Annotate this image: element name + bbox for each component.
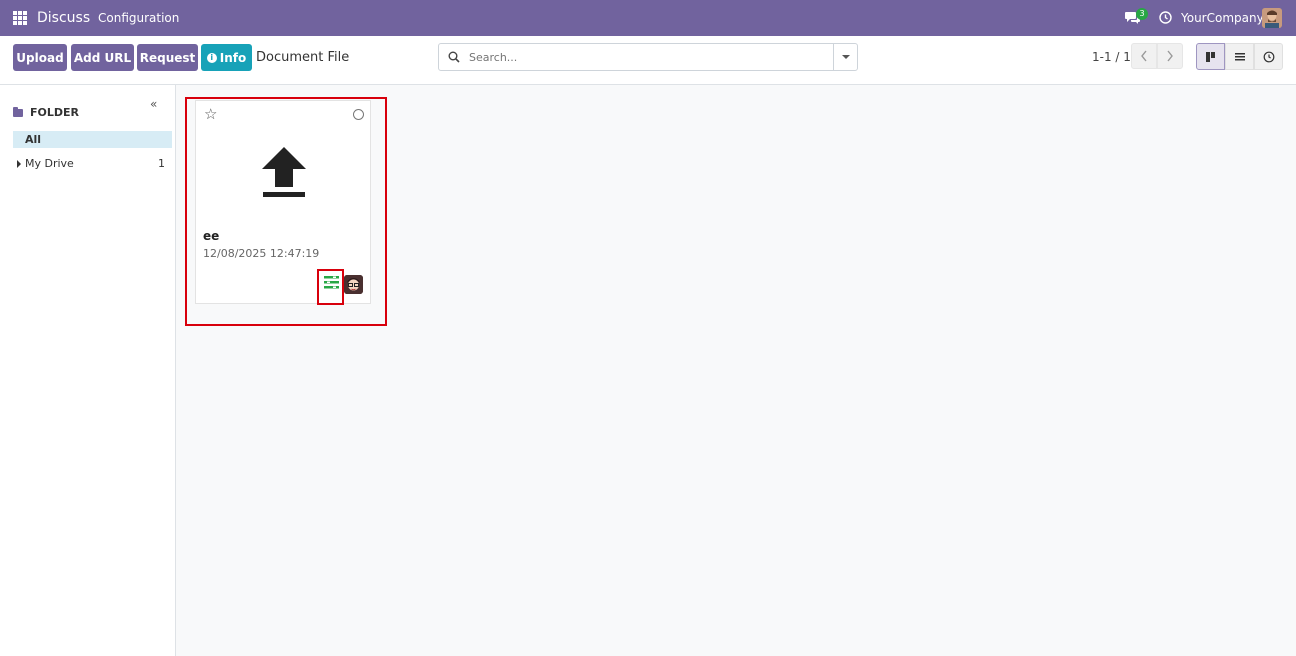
folder-section-title: FOLDER [30, 106, 79, 119]
pager-previous-button[interactable] [1131, 43, 1157, 69]
chevron-left-icon [1141, 50, 1147, 62]
request-button[interactable]: Request [137, 44, 198, 71]
info-button-label: Info [219, 50, 247, 65]
menu-configuration[interactable]: Configuration [98, 11, 179, 25]
control-panel: Upload Add URL Request i Info Document F… [0, 36, 1296, 85]
info-button[interactable]: i Info [201, 44, 252, 71]
chat-count-badge: 3 [1136, 8, 1148, 20]
sidebar-item-all[interactable]: All [13, 131, 172, 148]
breadcrumb-title: Document File [256, 50, 350, 65]
apps-menu-icon[interactable] [13, 11, 27, 25]
folder-sidebar: « FOLDER All My Drive 1 [0, 85, 176, 656]
sidebar-item-count: 1 [158, 157, 165, 170]
app-name[interactable]: Discuss [37, 10, 90, 26]
collapse-sidebar-icon[interactable]: « [150, 97, 157, 111]
search-bar [438, 43, 858, 71]
search-icon [448, 51, 460, 63]
caret-down-icon [842, 55, 850, 59]
search-options-toggle[interactable] [833, 44, 857, 70]
kanban-view-button[interactable] [1196, 43, 1225, 70]
highlight-box-card [185, 97, 387, 326]
sidebar-item-label: My Drive [25, 157, 74, 170]
pager-next-button[interactable] [1157, 43, 1183, 69]
sidebar-item-my-drive[interactable]: My Drive 1 [13, 157, 172, 173]
add-url-button[interactable]: Add URL [71, 44, 134, 71]
folder-icon [13, 107, 23, 117]
chevron-right-icon [1167, 50, 1173, 62]
activity-clock-icon[interactable] [1159, 11, 1172, 24]
activity-view-button[interactable] [1254, 43, 1283, 70]
list-view-button[interactable] [1225, 43, 1254, 70]
list-icon [1234, 52, 1245, 60]
caret-right-icon[interactable] [17, 160, 21, 168]
upload-button[interactable]: Upload [13, 44, 67, 71]
company-switcher[interactable]: YourCompany [1181, 11, 1264, 25]
user-avatar[interactable] [1262, 8, 1282, 28]
clock-icon [1263, 51, 1274, 62]
info-icon: i [206, 52, 217, 63]
pager-value[interactable]: 1-1 / 1 [1092, 50, 1131, 64]
kanban-icon [1205, 51, 1215, 62]
search-input[interactable] [469, 49, 829, 65]
top-navbar: Discuss Configuration 3 YourCompany [0, 0, 1296, 36]
highlight-box-activity [317, 269, 344, 305]
